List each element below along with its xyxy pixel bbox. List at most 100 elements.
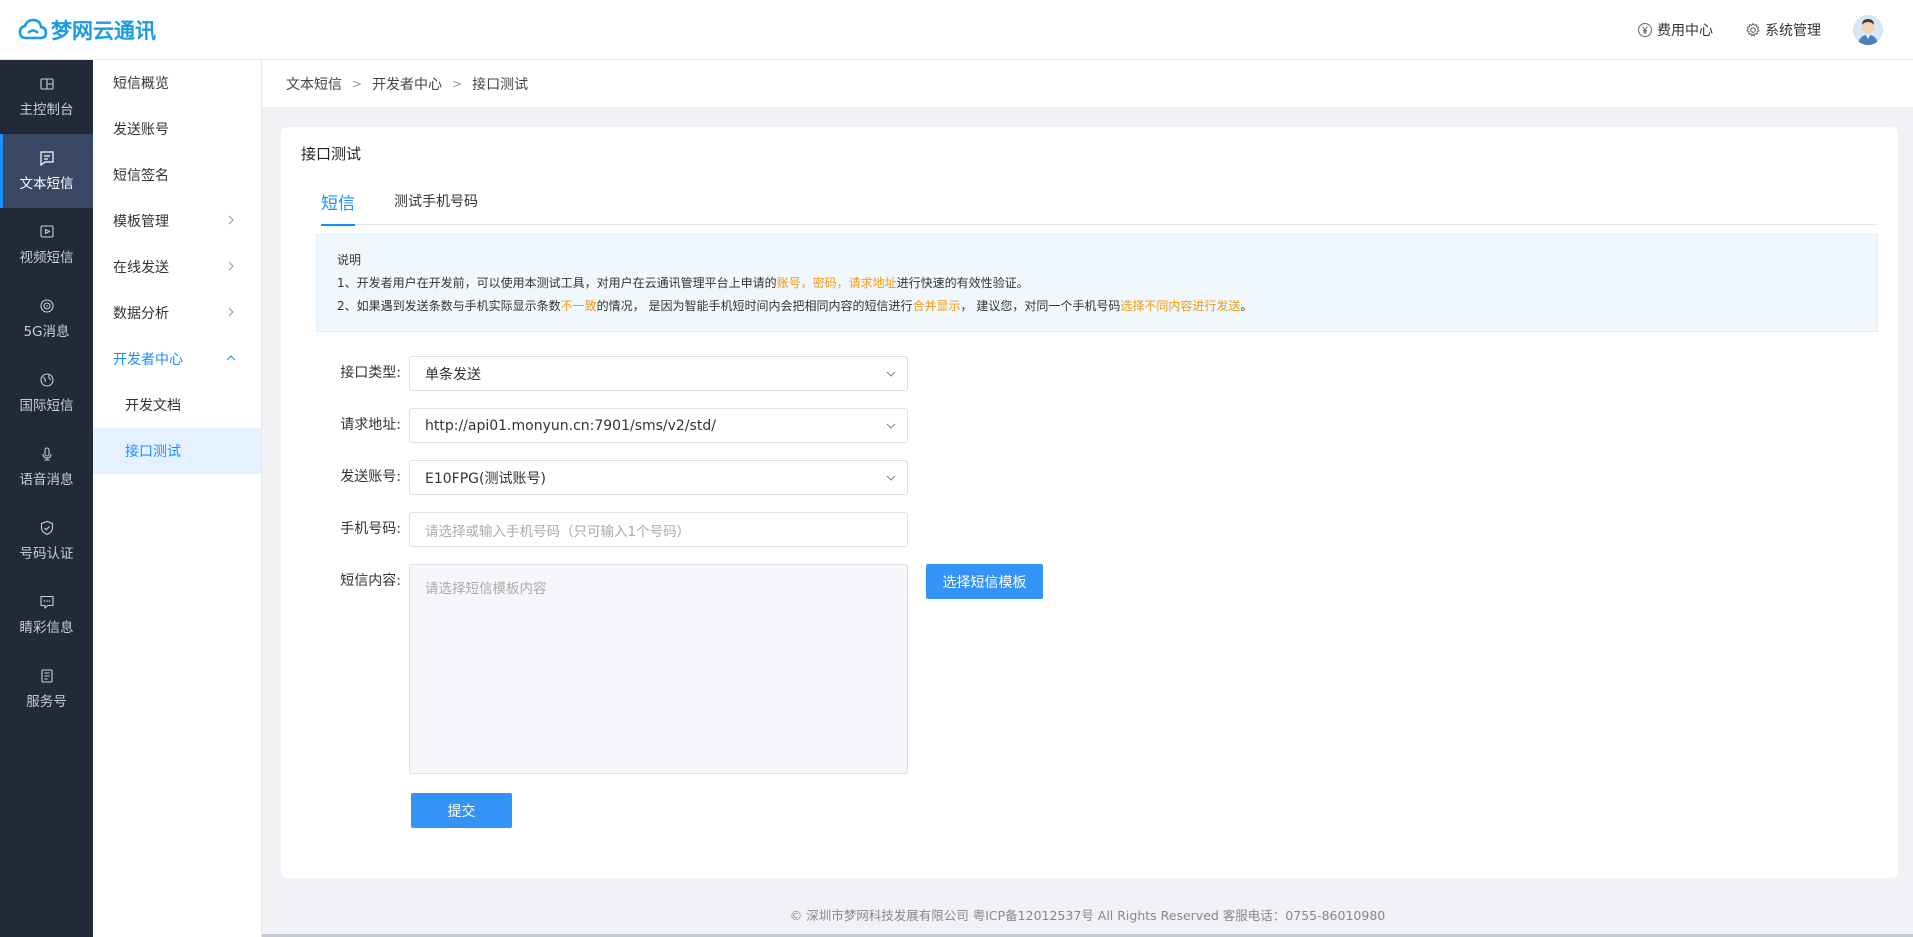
footer-copyright: © 深圳市梦网科技发展有限公司 粤ICP备12012537号 All Right… (789, 908, 1386, 923)
primary-sidebar: 主控制台 文本短信 视频短信 5G消息 国际短信 语音消息 号码认证 睛彩信息 … (0, 60, 93, 937)
chevron-right-icon: > (352, 76, 363, 91)
api-type-select[interactable]: 单条发送 (409, 356, 908, 391)
nav-service-account[interactable]: 服务号 (0, 652, 93, 726)
nav-text-sms-label: 文本短信 (19, 176, 74, 192)
fee-center-label: 费用中心 (1657, 23, 1713, 39)
api-test-card: 接口测试 短信 测试手机号码 说明 1、开发者用户在开发前，可以使用本测试工具，… (281, 127, 1898, 878)
nav-number-auth[interactable]: 号码认证 (0, 504, 93, 578)
subnav-send-account[interactable]: 发送账号 (93, 106, 261, 152)
content-label: 短信内容: (340, 573, 401, 589)
notice-text: 进行快速的有效性验证。 (896, 276, 1029, 290)
subnav-sms-overview[interactable]: 短信概览 (93, 60, 261, 106)
subnav-api-test[interactable]: 接口测试 (93, 428, 261, 474)
subnav-api-test-label: 接口测试 (125, 444, 181, 460)
nav-number-auth-label: 号码认证 (19, 546, 74, 562)
nav-video-sms[interactable]: 视频短信 (0, 208, 93, 282)
nav-voice-message[interactable]: 语音消息 (0, 430, 93, 504)
nav-video-sms-label: 视频短信 (19, 250, 74, 266)
chevron-right-icon: > (452, 76, 463, 91)
video-icon (39, 225, 54, 238)
api-type-value: 单条发送 (425, 366, 481, 383)
nav-international-sms[interactable]: 国际短信 (0, 356, 93, 430)
chevron-down-icon (886, 475, 896, 481)
nav-5g-message-label: 5G消息 (23, 324, 70, 340)
submit-button[interactable]: 提交 (411, 793, 512, 828)
api-type-label: 接口类型: (340, 365, 401, 381)
breadcrumb-item[interactable]: 开发者中心 (372, 74, 442, 94)
subnav-send-account-label: 发送账号 (113, 122, 169, 138)
notice-line-1: 1、开发者用户在开发前，可以使用本测试工具，对用户在云通讯管理平台上申请的账号，… (337, 272, 1877, 295)
system-settings-link[interactable]: 系统管理 (1745, 20, 1821, 40)
fee-center-link[interactable]: 费用中心 (1637, 20, 1713, 40)
subnav-sms-overview-label: 短信概览 (113, 76, 169, 92)
mic-icon (41, 447, 52, 461)
secondary-sidebar: 短信概览 发送账号 短信签名 模板管理 在线发送 数据分析 开发者中心 开发文档… (93, 60, 262, 937)
chevron-up-icon (226, 355, 236, 361)
doc-icon (40, 669, 53, 683)
select-template-button[interactable]: 选择短信模板 (926, 564, 1043, 599)
url-value: http://api01.monyun.cn:7901/sms/v2/std/ (425, 417, 716, 434)
subnav-data-analysis-label: 数据分析 (113, 306, 169, 322)
nav-5g-message[interactable]: 5G消息 (0, 282, 93, 356)
nav-text-sms[interactable]: 文本短信 (0, 134, 93, 208)
tab-sms[interactable]: 短信 (321, 177, 355, 226)
chevron-right-icon (228, 261, 234, 271)
notice-highlight: 账号，密码，请求地址 (776, 276, 897, 290)
chevron-right-icon (228, 307, 234, 317)
notice-line-2: 2、如果遇到发送条数与手机实际显示条数不一致的情况， 是因为智能手机短时间内会把… (337, 295, 1877, 318)
subnav-online-send[interactable]: 在线发送 (93, 244, 261, 290)
phone-input[interactable]: 请选择或输入手机号码（只可输入1个号码） (409, 512, 908, 547)
breadcrumb-item[interactable]: 文本短信 (286, 74, 342, 94)
form-row-url: 请求地址: http://api01.monyun.cn:7901/sms/v2… (321, 408, 908, 443)
tab-bar: 短信 测试手机号码 (321, 177, 1878, 226)
tab-test-phone[interactable]: 测试手机号码 (394, 177, 478, 225)
top-bar: 梦网云通讯 费用中心 系统管理 (0, 0, 1913, 60)
account-value: E10FPG(测试账号) (425, 470, 546, 487)
nav-service-account-label: 服务号 (26, 694, 67, 710)
notice-text: 。 (1240, 299, 1253, 313)
cloud-logo-icon (18, 18, 48, 39)
chevron-right-icon (228, 215, 234, 225)
signal-icon (39, 299, 54, 313)
notice-heading: 说明 (337, 253, 362, 267)
content-placeholder: 请选择短信模板内容 (425, 581, 547, 597)
subnav-developer-center[interactable]: 开发者中心 (93, 336, 261, 382)
user-avatar[interactable] (1853, 15, 1883, 45)
subnav-sms-signature[interactable]: 短信签名 (93, 152, 261, 198)
subnav-template-manage[interactable]: 模板管理 (93, 198, 261, 244)
subnav-developer-center-label: 开发者中心 (113, 352, 183, 368)
notice-highlight: 合并显示 (912, 299, 961, 313)
notice-text: 2、如果遇到发送条数与手机实际显示条数 (337, 299, 561, 313)
subnav-data-analysis[interactable]: 数据分析 (93, 290, 261, 336)
chevron-down-icon (886, 423, 896, 429)
phone-label: 手机号码: (340, 521, 401, 537)
nav-dashboard-label: 主控制台 (19, 102, 74, 118)
breadcrumb-item-current: 接口测试 (472, 76, 529, 93)
content-textarea[interactable]: 请选择短信模板内容 (409, 564, 908, 774)
shield-icon (40, 520, 53, 536)
account-select[interactable]: E10FPG(测试账号) (409, 460, 908, 495)
subnav-online-send-label: 在线发送 (113, 260, 169, 276)
url-select[interactable]: http://api01.monyun.cn:7901/sms/v2/std/ (409, 408, 908, 443)
phone-placeholder: 请选择或输入手机号码（只可输入1个号码） (425, 523, 691, 540)
brand-logo[interactable]: 梦网云通讯 (18, 15, 156, 45)
brand-name: 梦网云通讯 (51, 18, 156, 43)
message-icon (39, 151, 54, 166)
globe-icon (39, 373, 54, 387)
system-settings-label: 系统管理 (1765, 23, 1821, 39)
gear-icon (1745, 22, 1761, 38)
subnav-template-manage-label: 模板管理 (113, 214, 169, 230)
page-title: 接口测试 (301, 145, 362, 163)
nav-rich-info-label: 睛彩信息 (19, 620, 74, 636)
chevron-down-icon (886, 371, 896, 377)
nav-dashboard[interactable]: 主控制台 (0, 60, 93, 134)
form-row-content: 短信内容: 请选择短信模板内容 选择短信模板 (321, 564, 1043, 774)
nav-rich-info[interactable]: 睛彩信息 (0, 578, 93, 652)
notice-text: 1、开发者用户在开发前，可以使用本测试工具，对用户在云通讯管理平台上申请的 (337, 276, 777, 290)
notice-box: 说明 1、开发者用户在开发前，可以使用本测试工具，对用户在云通讯管理平台上申请的… (316, 234, 1878, 332)
account-label: 发送账号: (340, 469, 401, 485)
form-row-phone: 手机号码: 请选择或输入手机号码（只可输入1个号码） (321, 512, 908, 547)
subnav-dev-docs[interactable]: 开发文档 (93, 382, 261, 428)
notice-highlight: 不一致 (560, 299, 597, 313)
breadcrumb: 文本短信 > 开发者中心 > 接口测试 (262, 60, 1913, 108)
